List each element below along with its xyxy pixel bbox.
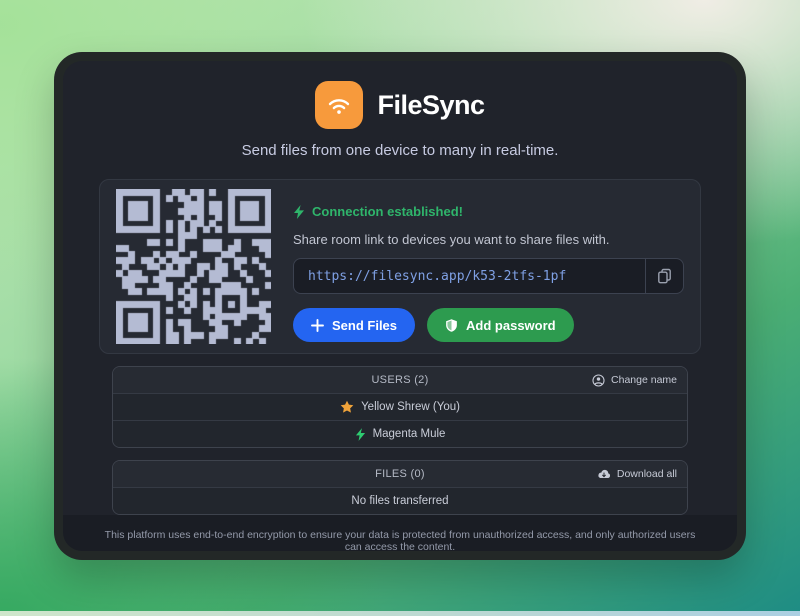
files-section: FILES (0) Download all No files transfer…	[112, 460, 688, 515]
users-header: USERS (2) Change name	[113, 367, 687, 393]
room-link-input[interactable]	[294, 259, 645, 293]
files-empty-text: No files transferred	[351, 495, 448, 507]
action-buttons: Send Files Add password	[293, 308, 684, 342]
app-logo	[315, 81, 363, 129]
connection-panel: Connection established! Share room link …	[99, 179, 701, 354]
files-empty-row: No files transferred	[113, 487, 687, 514]
users-header-label: USERS (2)	[371, 374, 428, 386]
filesync-card: FileSync Send files from one device to m…	[54, 52, 746, 560]
connection-status: Connection established!	[293, 204, 684, 219]
send-files-button[interactable]: Send Files	[293, 308, 415, 342]
qr-code	[116, 189, 271, 344]
footer-note: This platform uses end-to-end encryption…	[63, 515, 737, 560]
star-icon	[340, 400, 354, 414]
connection-details: Connection established! Share room link …	[293, 189, 684, 344]
app-header: FileSync	[63, 81, 737, 129]
app-title: FileSync	[377, 90, 484, 121]
copy-icon	[657, 268, 672, 284]
download-all-label: Download all	[617, 468, 677, 480]
share-hint: Share room link to devices you want to s…	[293, 232, 684, 247]
lightning-icon	[293, 205, 305, 219]
users-section: USERS (2) Change name Yellow	[112, 366, 688, 448]
cloud-download-icon	[597, 469, 611, 480]
add-password-button[interactable]: Add password	[427, 308, 574, 342]
room-link-row	[293, 258, 684, 294]
user-name: Yellow Shrew (You)	[361, 401, 460, 413]
files-header: FILES (0) Download all	[113, 461, 687, 487]
files-header-label: FILES (0)	[375, 468, 425, 480]
lightning-icon	[355, 428, 366, 441]
copy-link-button[interactable]	[645, 259, 683, 293]
user-name: Magenta Mule	[373, 428, 446, 440]
user-row: Yellow Shrew (You)	[113, 393, 687, 420]
app-tagline: Send files from one device to many in re…	[63, 142, 737, 159]
change-name-button[interactable]: Change name	[592, 367, 677, 393]
download-all-button[interactable]: Download all	[597, 461, 677, 487]
page-bottom-strip	[0, 611, 800, 616]
wifi-icon	[324, 90, 354, 120]
user-row: Magenta Mule	[113, 420, 687, 447]
person-circle-icon	[592, 374, 605, 387]
change-name-label: Change name	[611, 374, 677, 386]
card-content: Connection established! Share room link …	[63, 159, 737, 515]
send-files-label: Send Files	[332, 318, 397, 333]
add-password-label: Add password	[466, 318, 556, 333]
plus-icon	[311, 319, 324, 332]
shield-icon	[445, 318, 458, 333]
connection-status-text: Connection established!	[312, 204, 463, 219]
